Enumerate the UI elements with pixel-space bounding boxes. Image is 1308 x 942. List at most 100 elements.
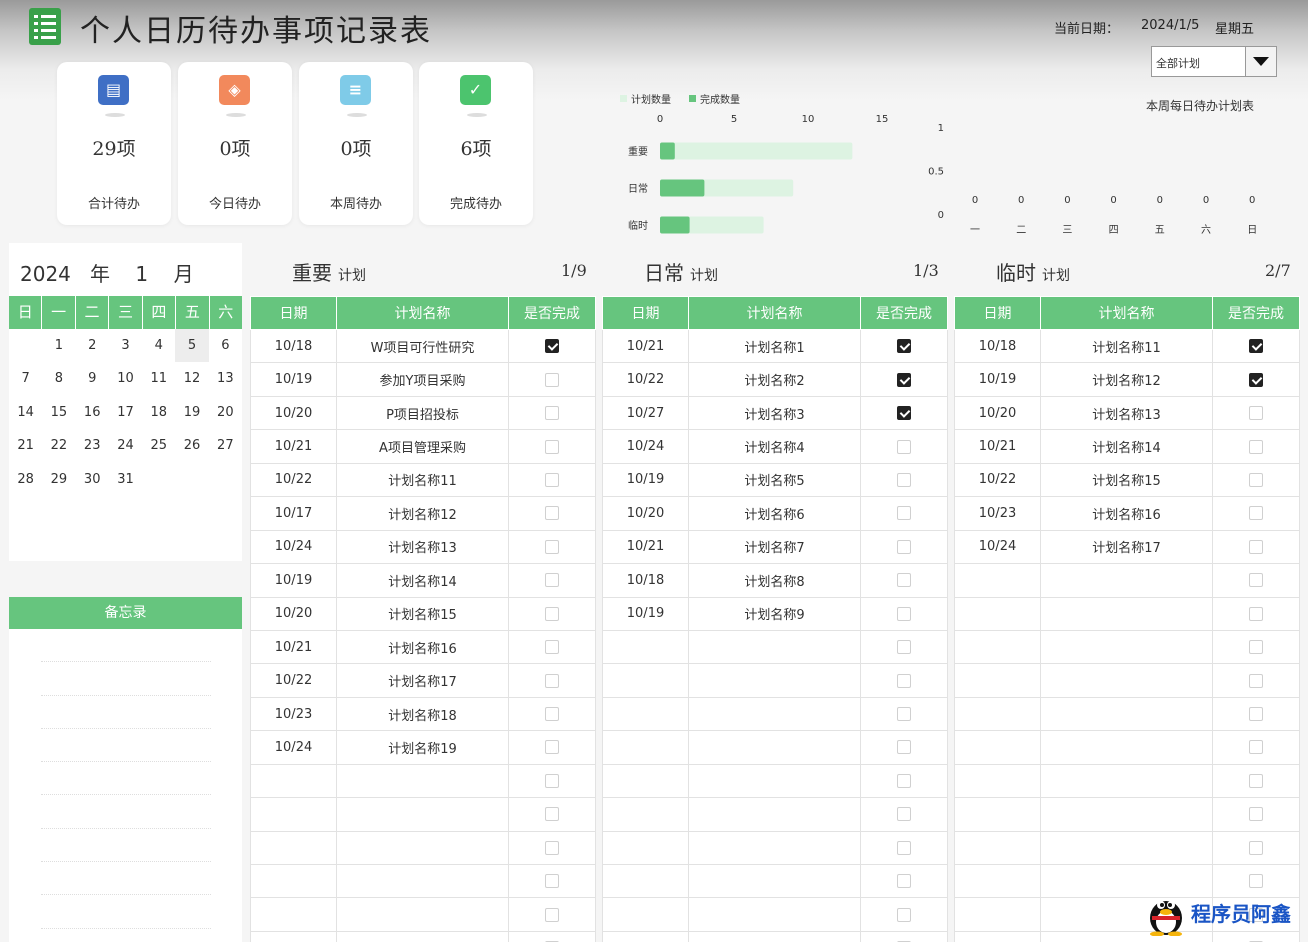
done-checkbox[interactable]: [897, 372, 911, 387]
calendar-day[interactable]: 9: [76, 362, 109, 395]
done-checkbox[interactable]: [545, 339, 559, 354]
calendar-day[interactable]: 5: [175, 329, 209, 363]
calendar-day[interactable]: 20: [209, 396, 242, 429]
calendar-day[interactable]: 1: [42, 329, 75, 362]
done-checkbox[interactable]: [897, 439, 911, 454]
memo-line[interactable]: [41, 629, 211, 663]
memo-line[interactable]: [41, 862, 211, 896]
memo-line[interactable]: [41, 829, 211, 863]
calendar-day[interactable]: 21: [9, 429, 42, 462]
calendar-day[interactable]: 7: [9, 362, 42, 395]
calendar-day[interactable]: 12: [175, 362, 208, 395]
calendar-day[interactable]: 8: [42, 362, 75, 395]
done-checkbox[interactable]: [545, 907, 559, 922]
done-checkbox[interactable]: [897, 707, 911, 722]
done-checkbox[interactable]: [897, 740, 911, 755]
done-checkbox[interactable]: [897, 673, 911, 688]
done-checkbox[interactable]: [545, 539, 559, 554]
memo-lines[interactable]: [41, 629, 211, 929]
done-checkbox[interactable]: [545, 439, 559, 454]
done-checkbox[interactable]: [897, 472, 911, 487]
done-checkbox[interactable]: [1249, 406, 1263, 421]
done-checkbox[interactable]: [897, 506, 911, 521]
done-checkbox[interactable]: [545, 773, 559, 788]
done-checkbox[interactable]: [545, 807, 559, 822]
memo-line[interactable]: [41, 762, 211, 796]
calendar-day[interactable]: 16: [76, 396, 109, 429]
done-checkbox[interactable]: [1249, 773, 1263, 788]
done-checkbox[interactable]: [897, 907, 911, 922]
memo-line[interactable]: [41, 729, 211, 763]
calendar-day[interactable]: 15: [42, 396, 75, 429]
done-checkbox[interactable]: [1249, 372, 1263, 387]
done-checkbox[interactable]: [545, 640, 559, 655]
calendar-day[interactable]: 10: [109, 362, 142, 395]
calendar-day[interactable]: 2: [76, 329, 109, 362]
done-checkbox[interactable]: [545, 472, 559, 487]
plan-filter-dropdown[interactable]: 全部计划: [1151, 46, 1277, 77]
calendar-day[interactable]: 29: [42, 463, 75, 496]
calendar-day[interactable]: 14: [9, 396, 42, 429]
calendar-day[interactable]: 18: [142, 396, 175, 429]
plan-date: [954, 629, 1041, 665]
done-checkbox[interactable]: [1249, 339, 1263, 354]
dropdown-toggle-button[interactable]: [1245, 47, 1276, 76]
calendar-day[interactable]: 23: [76, 429, 109, 462]
done-checkbox[interactable]: [897, 840, 911, 855]
done-checkbox[interactable]: [897, 807, 911, 822]
done-checkbox[interactable]: [1249, 807, 1263, 822]
calendar-day[interactable]: 26: [175, 429, 208, 462]
calendar-day[interactable]: 27: [209, 429, 242, 462]
calendar-day[interactable]: 24: [109, 429, 142, 462]
done-checkbox[interactable]: [545, 840, 559, 855]
calendar-day[interactable]: 30: [76, 463, 109, 496]
calendar-day[interactable]: 25: [142, 429, 175, 462]
calendar-day[interactable]: 3: [109, 329, 142, 362]
done-checkbox[interactable]: [545, 673, 559, 688]
done-checkbox[interactable]: [1249, 740, 1263, 755]
done-checkbox[interactable]: [897, 573, 911, 588]
done-checkbox[interactable]: [545, 606, 559, 621]
done-checkbox[interactable]: [545, 372, 559, 387]
done-checkbox[interactable]: [1249, 707, 1263, 722]
done-checkbox[interactable]: [1249, 539, 1263, 554]
done-checkbox[interactable]: [545, 707, 559, 722]
plan-name: [688, 663, 861, 698]
calendar-day[interactable]: 22: [42, 429, 75, 462]
calendar-day[interactable]: 19: [175, 396, 208, 429]
memo-line[interactable]: [41, 662, 211, 696]
done-checkbox[interactable]: [897, 606, 911, 621]
done-checkbox[interactable]: [1249, 640, 1263, 655]
done-checkbox[interactable]: [545, 573, 559, 588]
done-checkbox[interactable]: [545, 740, 559, 755]
memo-line[interactable]: [41, 795, 211, 829]
calendar-day[interactable]: 11: [142, 362, 175, 395]
done-checkbox[interactable]: [1249, 472, 1263, 487]
plan-done-cell: [1212, 462, 1300, 498]
calendar-day[interactable]: 31: [109, 463, 142, 496]
done-checkbox[interactable]: [897, 339, 911, 354]
done-checkbox[interactable]: [897, 874, 911, 889]
done-checkbox[interactable]: [1249, 573, 1263, 588]
calendar-day[interactable]: 17: [109, 396, 142, 429]
done-checkbox[interactable]: [1249, 840, 1263, 855]
done-checkbox[interactable]: [545, 406, 559, 421]
memo-line[interactable]: [41, 895, 211, 929]
table-row: 10/18 W项目可行性研究: [250, 328, 596, 364]
done-checkbox[interactable]: [897, 640, 911, 655]
done-checkbox[interactable]: [545, 874, 559, 889]
calendar-day[interactable]: 6: [209, 329, 242, 362]
done-checkbox[interactable]: [897, 773, 911, 788]
calendar-day[interactable]: 13: [209, 362, 242, 395]
done-checkbox[interactable]: [1249, 606, 1263, 621]
done-checkbox[interactable]: [897, 539, 911, 554]
done-checkbox[interactable]: [1249, 673, 1263, 688]
done-checkbox[interactable]: [1249, 506, 1263, 521]
done-checkbox[interactable]: [1249, 874, 1263, 889]
memo-line[interactable]: [41, 696, 211, 729]
done-checkbox[interactable]: [545, 506, 559, 521]
done-checkbox[interactable]: [897, 406, 911, 421]
calendar-day[interactable]: 28: [9, 463, 42, 496]
done-checkbox[interactable]: [1249, 439, 1263, 454]
calendar-day[interactable]: 4: [142, 329, 175, 362]
